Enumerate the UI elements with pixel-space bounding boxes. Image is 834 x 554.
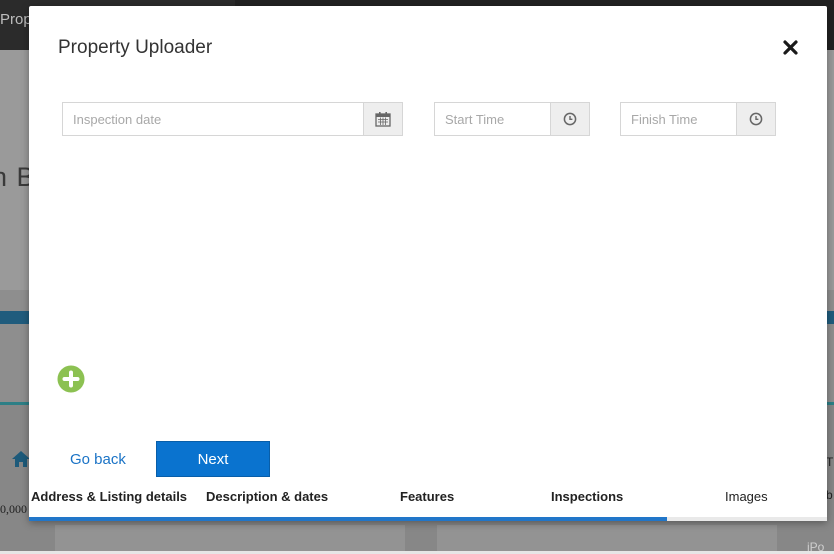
home-icon: [12, 451, 30, 467]
background-right-text: T: [826, 455, 834, 469]
step-images[interactable]: Images: [725, 489, 768, 504]
close-icon: [782, 39, 798, 55]
step-address-listing-details[interactable]: Address & Listing details: [31, 489, 187, 504]
wizard-progress-track: [29, 517, 827, 521]
background-price: 0,000: [0, 502, 27, 516]
wizard-steps: Address & Listing details Description & …: [29, 489, 827, 509]
finish-time-group: [620, 102, 776, 136]
inspection-date-input[interactable]: [62, 102, 363, 136]
start-time-addon[interactable]: [550, 102, 590, 136]
step-description-dates[interactable]: Description & dates: [206, 489, 328, 504]
background-right-text: iPo: [807, 540, 825, 554]
start-time-input[interactable]: [434, 102, 550, 136]
property-uploader-modal: Property Uploader Inspection date Start …: [29, 6, 827, 521]
background-card: [55, 525, 405, 551]
plus-circle-icon: [57, 365, 85, 393]
wizard-progress-fill: [29, 517, 668, 521]
finish-time-input[interactable]: [620, 102, 736, 136]
background-card: [437, 525, 777, 551]
modal-title: Property Uploader: [58, 37, 213, 58]
start-time-group: [434, 102, 590, 136]
add-inspection-button[interactable]: [57, 365, 85, 393]
next-button[interactable]: Next: [156, 441, 270, 477]
calendar-icon: [375, 112, 391, 127]
close-button[interactable]: [780, 37, 800, 57]
inspection-date-addon[interactable]: [363, 102, 403, 136]
go-back-link[interactable]: Go back: [70, 451, 126, 468]
clock-icon: [563, 112, 577, 126]
clock-icon: [749, 112, 763, 126]
background-right-text: b: [826, 488, 833, 502]
step-inspections[interactable]: Inspections: [551, 489, 623, 504]
finish-time-addon[interactable]: [736, 102, 776, 136]
inspection-date-group: [62, 102, 403, 136]
background-tab-label: Prop: [0, 11, 32, 28]
step-features[interactable]: Features: [400, 489, 454, 504]
